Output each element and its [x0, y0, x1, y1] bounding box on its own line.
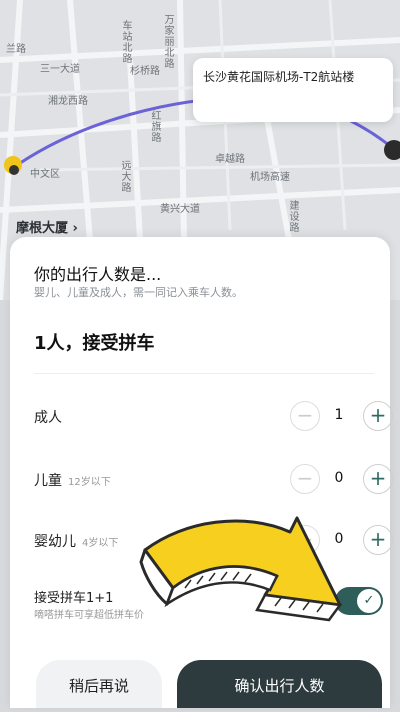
child-minus-button[interactable]: − [290, 464, 320, 494]
row-hint: 12岁以下 [68, 477, 111, 488]
confirm-passengers-button[interactable]: 确认出行人数 [177, 660, 382, 708]
sheet-subtitle: 婴儿、儿童及成人，需一同记入乘车人数。 [34, 286, 243, 299]
street-label: 卓越路 [215, 154, 245, 165]
pointer-arrow-icon [139, 516, 343, 622]
pickup-landmark[interactable]: 摩根大厦 › [16, 217, 78, 236]
chevron-right-icon: › [72, 221, 78, 236]
row-label: 婴幼儿 [34, 534, 76, 550]
street-label: 远大路 [119, 160, 130, 193]
street-label: 机场高速 [250, 172, 290, 183]
later-button[interactable]: 稍后再说 [36, 660, 162, 708]
street-label: 万家丽北路 [162, 14, 173, 69]
street-label: 三一大道 [40, 64, 80, 75]
street-label: 红旗路 [149, 110, 160, 143]
adult-count: 1 [334, 407, 344, 423]
sheet-title: 你的出行人数是... [34, 265, 162, 284]
child-row: 儿童 12岁以下 − 0 + [34, 462, 393, 498]
destination-name: 长沙黄花国际机场-T2航站楼 [203, 70, 355, 84]
child-count: 0 [334, 470, 344, 486]
adult-plus-button[interactable]: + [363, 401, 393, 431]
row-label: 儿童 [34, 473, 62, 489]
street-label: 湘龙西路 [48, 96, 88, 107]
landmark-label: 摩根大厦 [16, 221, 69, 236]
row-label: 成人 [34, 410, 62, 426]
street-label: 黄兴大道 [160, 204, 200, 215]
row-hint: 4岁以下 [82, 538, 119, 549]
carpool-title: 接受拼车1+1 [34, 591, 114, 606]
adult-row: 成人 − 1 + [34, 399, 393, 435]
street-label: 建设路 [287, 200, 298, 233]
divider [34, 373, 374, 374]
street-label: 车站北路 [120, 20, 131, 64]
adult-minus-button[interactable]: − [290, 401, 320, 431]
child-plus-button[interactable]: + [363, 464, 393, 494]
street-label: 杉桥路 [130, 66, 160, 77]
street-label: 兰路 [6, 44, 26, 55]
selection-summary: 1人，接受拼车 [34, 333, 155, 354]
destination-callout[interactable]: 长沙黄花国际机场-T2航站楼 [193, 58, 393, 122]
street-label: 中文区 [30, 169, 60, 180]
